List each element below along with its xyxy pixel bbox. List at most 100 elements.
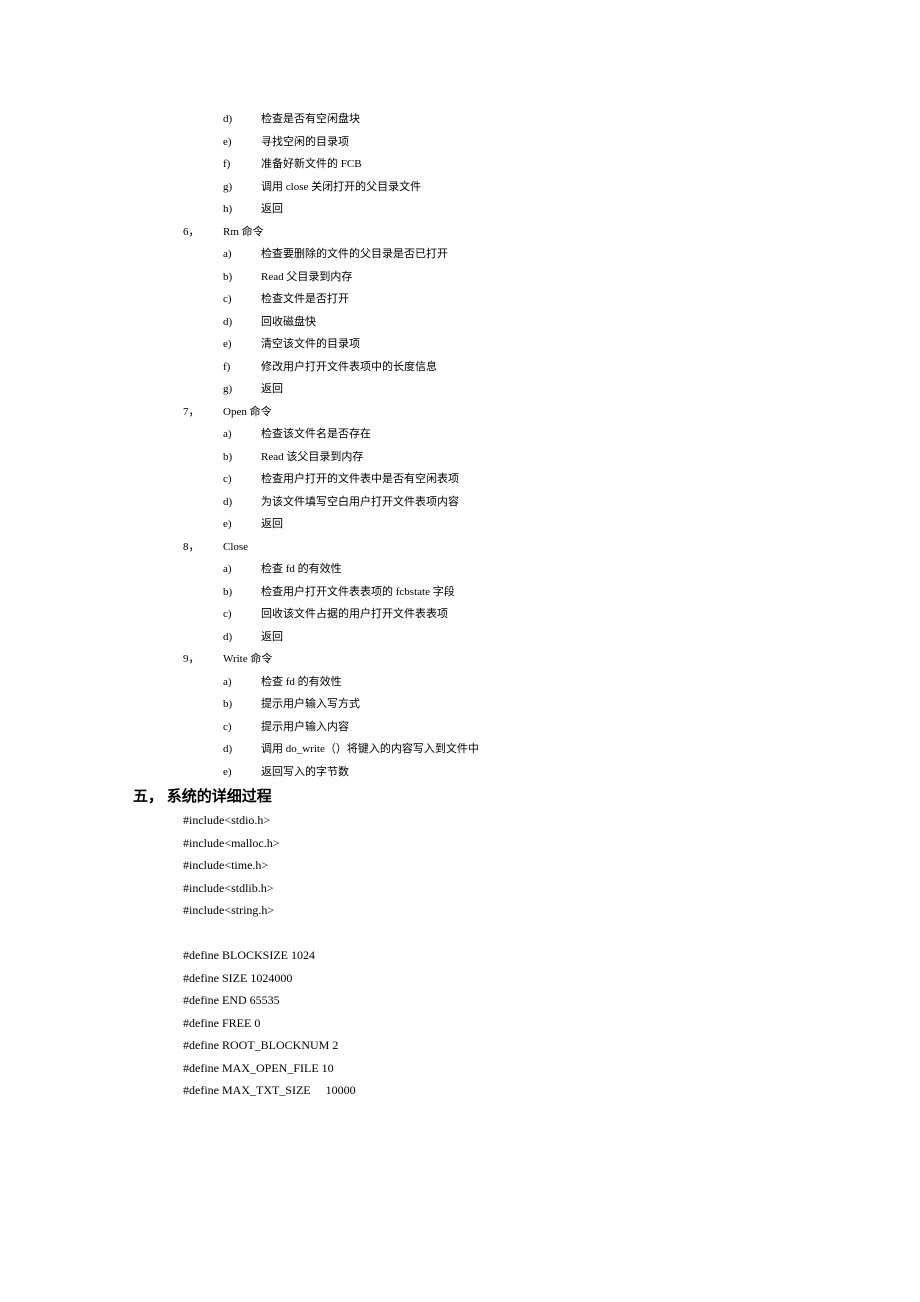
code-line: #define FREE 0	[0, 1012, 920, 1035]
list-item: e)返回写入的字节数	[0, 761, 920, 784]
item-text: 寻找空闲的目录项	[261, 136, 349, 148]
item-marker: d)	[223, 108, 261, 131]
items-container: 6，Rm 命令a)检查要删除的文件的父目录是否已打开b)Read 父目录到内存c…	[0, 221, 920, 784]
item-title: Rm 命令	[223, 226, 264, 238]
list-item: g)返回	[0, 378, 920, 401]
list-item: f)准备好新文件的 FCB	[0, 153, 920, 176]
list-item: e)清空该文件的目录项	[0, 333, 920, 356]
list-item: d)调用 do_write（）将键入的内容写入到文件中	[0, 738, 920, 761]
item-marker: b)	[223, 446, 261, 469]
item-text: 检查用户打开文件表表项的 fcbstate 字段	[261, 586, 455, 598]
item-text: 提示用户输入写方式	[261, 698, 360, 710]
list-item: 7，Open 命令	[0, 401, 920, 424]
item-marker: a)	[223, 558, 261, 581]
item-text: 返回	[261, 203, 283, 215]
item-title: Open 命令	[223, 406, 272, 418]
code-line: #include<malloc.h>	[0, 832, 920, 855]
section-title: 五， 系统的详细过程	[0, 785, 920, 809]
item-marker: a)	[223, 423, 261, 446]
item-text: 调用 close 关闭打开的父目录文件	[261, 181, 421, 193]
code-line: #define ROOT_BLOCKNUM 2	[0, 1034, 920, 1057]
item-marker: d)	[223, 491, 261, 514]
code-line: #define MAX_OPEN_FILE 10	[0, 1057, 920, 1080]
code-line: #define SIZE 1024000	[0, 967, 920, 990]
list-item: a)检查该文件名是否存在	[0, 423, 920, 446]
list-item: b)Read 该父目录到内存	[0, 446, 920, 469]
item-text: 返回写入的字节数	[261, 766, 349, 778]
item-text: 提示用户输入内容	[261, 721, 349, 733]
list-item: a)检查要删除的文件的父目录是否已打开	[0, 243, 920, 266]
code-line: #include<stdlib.h>	[0, 877, 920, 900]
list-item: h)返回	[0, 198, 920, 221]
item-text: 检查文件是否打开	[261, 293, 349, 305]
list-item: d)回收磁盘快	[0, 311, 920, 334]
prelist-container: d)检查是否有空闲盘块e)寻找空闲的目录项f)准备好新文件的 FCBg)调用 c…	[0, 108, 920, 221]
item-text: 检查该文件名是否存在	[261, 428, 371, 440]
code-line: #include<stdio.h>	[0, 809, 920, 832]
item-text: 检查 fd 的有效性	[261, 563, 342, 575]
list-item: 8，Close	[0, 536, 920, 559]
item-marker: d)	[223, 738, 261, 761]
item-marker: g)	[223, 176, 261, 199]
item-marker: c)	[223, 468, 261, 491]
document-page: d)检查是否有空闲盘块e)寻找空闲的目录项f)准备好新文件的 FCBg)调用 c…	[0, 0, 920, 1302]
list-item: a)检查 fd 的有效性	[0, 558, 920, 581]
item-number: 7，	[183, 401, 223, 424]
item-number: 9，	[183, 648, 223, 671]
item-text: Read 该父目录到内存	[261, 451, 363, 463]
item-marker: d)	[223, 626, 261, 649]
item-marker: f)	[223, 356, 261, 379]
code-container: #include<stdio.h>#include<malloc.h>#incl…	[0, 809, 920, 1102]
list-item: c)检查文件是否打开	[0, 288, 920, 311]
list-item: d)检查是否有空闲盘块	[0, 108, 920, 131]
item-text: 回收该文件占据的用户打开文件表表项	[261, 608, 448, 620]
item-marker: e)	[223, 131, 261, 154]
item-marker: h)	[223, 198, 261, 221]
code-line: #define BLOCKSIZE 1024	[0, 944, 920, 967]
item-text: 检查是否有空闲盘块	[261, 113, 360, 125]
item-text: 返回	[261, 383, 283, 395]
item-marker: f)	[223, 153, 261, 176]
code-line: #include<string.h>	[0, 899, 920, 922]
list-item: d)为该文件填写空白用户打开文件表项内容	[0, 491, 920, 514]
item-number: 6，	[183, 221, 223, 244]
list-item: e)寻找空闲的目录项	[0, 131, 920, 154]
item-text: 检查要删除的文件的父目录是否已打开	[261, 248, 448, 260]
list-item: e)返回	[0, 513, 920, 536]
item-title: Close	[223, 541, 248, 553]
list-item: c)提示用户输入内容	[0, 716, 920, 739]
item-text: 为该文件填写空白用户打开文件表项内容	[261, 496, 459, 508]
list-item: 9，Write 命令	[0, 648, 920, 671]
item-marker: a)	[223, 243, 261, 266]
code-line	[0, 922, 920, 945]
item-text: 返回	[261, 631, 283, 643]
item-marker: c)	[223, 716, 261, 739]
item-text: 返回	[261, 518, 283, 530]
code-line: #include<time.h>	[0, 854, 920, 877]
item-text: 检查用户打开的文件表中是否有空闲表项	[261, 473, 459, 485]
item-marker: b)	[223, 266, 261, 289]
list-item: g)调用 close 关闭打开的父目录文件	[0, 176, 920, 199]
list-item: d)返回	[0, 626, 920, 649]
list-item: b)提示用户输入写方式	[0, 693, 920, 716]
item-title: Write 命令	[223, 653, 272, 665]
list-item: c)回收该文件占据的用户打开文件表表项	[0, 603, 920, 626]
code-line: #define END 65535	[0, 989, 920, 1012]
list-item: a)检查 fd 的有效性	[0, 671, 920, 694]
item-marker: b)	[223, 693, 261, 716]
item-marker: e)	[223, 761, 261, 784]
item-number: 8，	[183, 536, 223, 559]
item-marker: g)	[223, 378, 261, 401]
list-item: 6，Rm 命令	[0, 221, 920, 244]
item-marker: b)	[223, 581, 261, 604]
item-marker: a)	[223, 671, 261, 694]
list-item: b)检查用户打开文件表表项的 fcbstate 字段	[0, 581, 920, 604]
item-marker: c)	[223, 603, 261, 626]
item-marker: e)	[223, 513, 261, 536]
item-text: 准备好新文件的 FCB	[261, 158, 362, 170]
item-marker: d)	[223, 311, 261, 334]
item-marker: c)	[223, 288, 261, 311]
item-text: 清空该文件的目录项	[261, 338, 360, 350]
item-text: 调用 do_write（）将键入的内容写入到文件中	[261, 743, 479, 755]
list-item: f)修改用户打开文件表项中的长度信息	[0, 356, 920, 379]
